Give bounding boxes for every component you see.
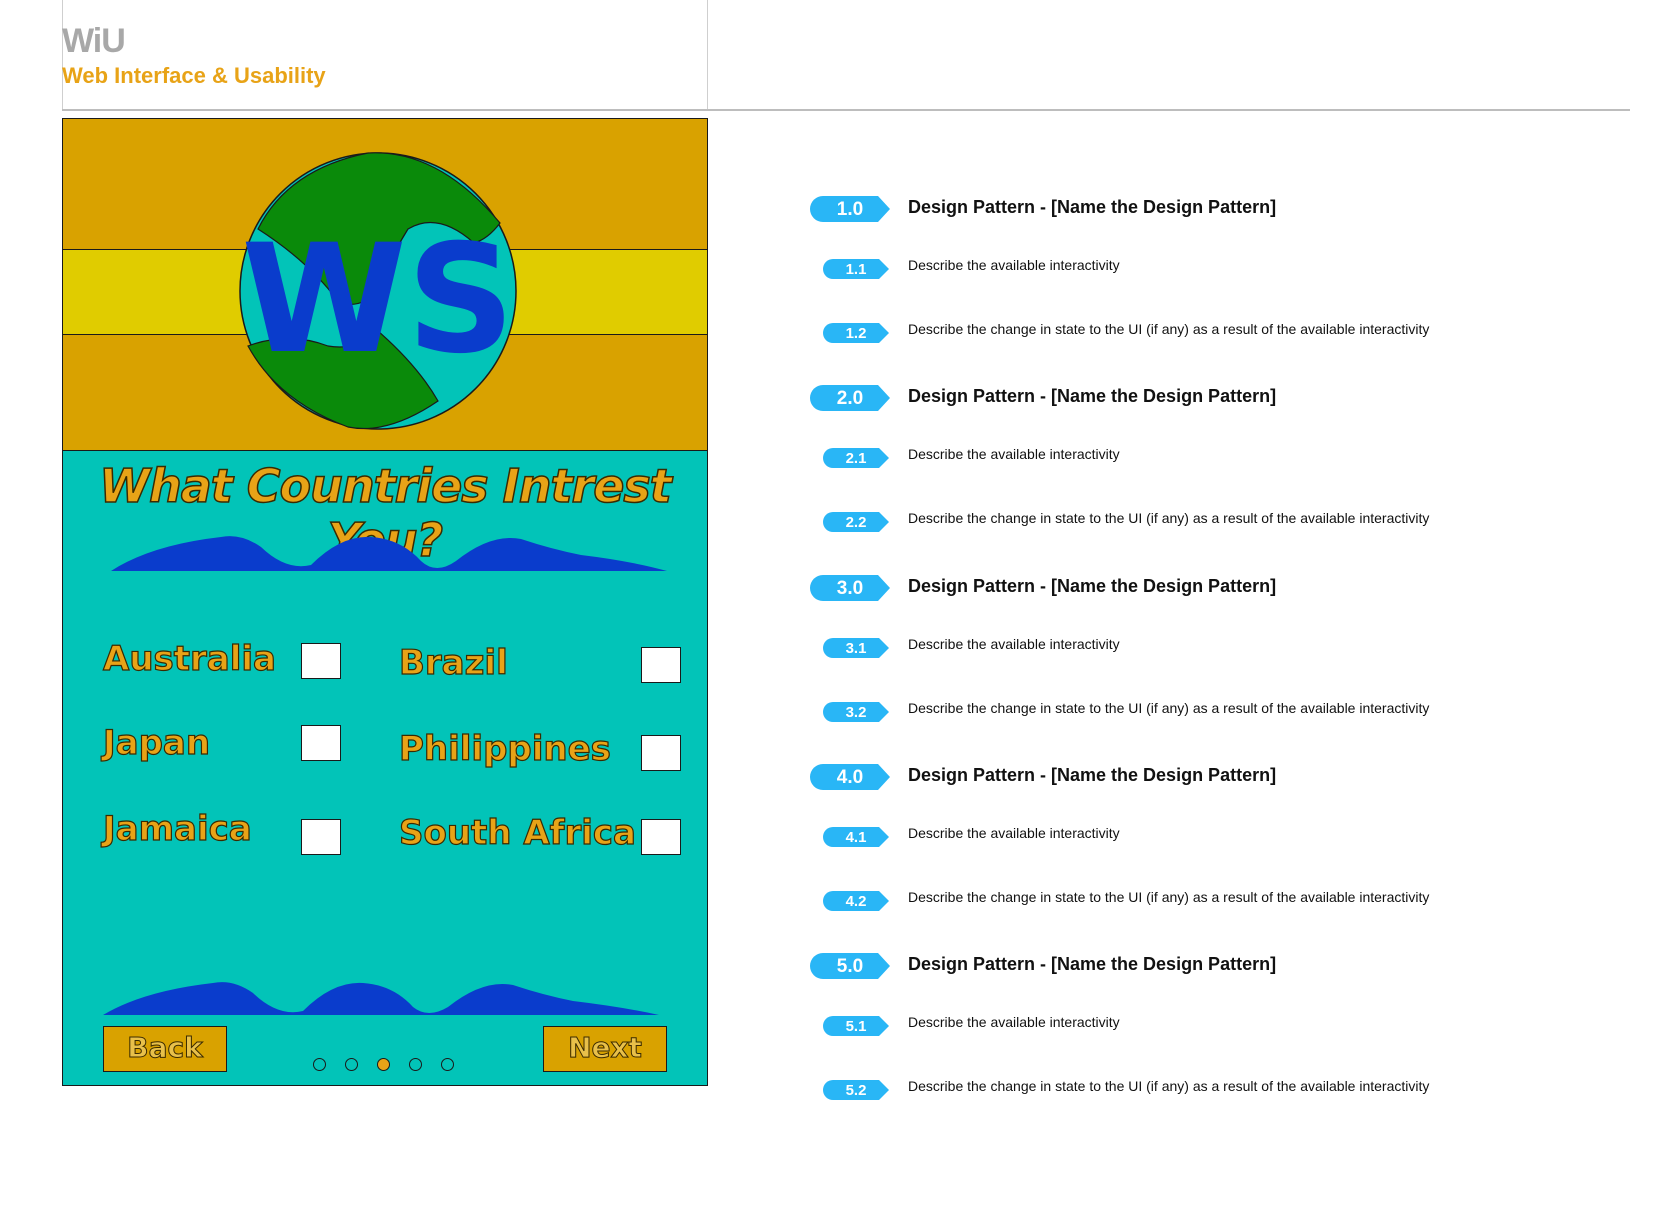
country-label-philippines: Philippines <box>398 728 611 769</box>
checkbox-brazil[interactable] <box>641 647 681 683</box>
item-description: Describe the available interactivity <box>908 257 1120 273</box>
pagination-dot[interactable] <box>441 1058 454 1071</box>
item-description: Describe the available interactivity <box>908 825 1120 841</box>
header-divider-right <box>707 0 708 110</box>
globe-logo-icon: WS <box>239 152 517 430</box>
checkbox-jamaica[interactable] <box>301 819 341 855</box>
item-badge: 5.1 <box>823 1016 889 1036</box>
country-label-jamaica: Jamaica <box>102 808 252 849</box>
item-badge: 1.1 <box>823 259 889 279</box>
item-description: Describe the change in state to the UI (… <box>908 889 1430 905</box>
section-badge: 1.0 <box>810 196 890 222</box>
header-rule <box>62 109 1630 111</box>
section-title: Design Pattern - [Name the Design Patter… <box>908 765 1277 785</box>
pagination-dot-active[interactable] <box>377 1058 390 1071</box>
section-title: Design Pattern - [Name the Design Patter… <box>908 386 1277 406</box>
country-label-brazil: Brazil <box>398 642 508 683</box>
item-badge: 1.2 <box>823 323 889 343</box>
country-label-south-africa: South Africa <box>398 812 636 853</box>
section-badge: 5.0 <box>810 953 890 979</box>
country-label-japan: Japan <box>102 722 211 763</box>
next-button[interactable]: Next <box>543 1026 667 1072</box>
pagination-dot[interactable] <box>345 1058 358 1071</box>
wireframe-mockup: WS What Countries Intrest You? Australia… <box>62 118 708 1086</box>
item-description: Describe the change in state to the UI (… <box>908 1078 1430 1094</box>
section-title: Design Pattern - [Name the Design Patter… <box>908 576 1277 596</box>
mockup-header: WS <box>63 119 707 451</box>
checkbox-japan[interactable] <box>301 725 341 761</box>
item-badge: 3.1 <box>823 638 889 658</box>
item-description: Describe the change in state to the UI (… <box>908 321 1430 337</box>
item-description: Describe the change in state to the UI (… <box>908 700 1430 716</box>
section-title: Design Pattern - [Name the Design Patter… <box>908 197 1277 217</box>
item-badge: 4.1 <box>823 827 889 847</box>
brand-subtitle: Web Interface & Usability <box>62 63 326 88</box>
item-description: Describe the available interactivity <box>908 446 1120 462</box>
top-wave-decoration <box>111 536 667 571</box>
checkbox-south-africa[interactable] <box>641 819 681 855</box>
checkbox-australia[interactable] <box>301 643 341 679</box>
logo-text: WS <box>241 213 515 387</box>
country-label-australia: Australia <box>102 638 276 679</box>
section-badge: 2.0 <box>810 385 890 411</box>
section-title: Design Pattern - [Name the Design Patter… <box>908 954 1277 974</box>
item-badge: 5.2 <box>823 1080 889 1100</box>
pagination-dot[interactable] <box>313 1058 326 1071</box>
section-badge: 3.0 <box>810 575 890 601</box>
checkbox-philippines[interactable] <box>641 735 681 771</box>
item-badge: 3.2 <box>823 702 889 722</box>
brand-logo: WiU <box>62 22 126 60</box>
section-badge: 4.0 <box>810 764 890 790</box>
item-badge: 2.1 <box>823 448 889 468</box>
item-description: Describe the available interactivity <box>908 1014 1120 1030</box>
item-badge: 4.2 <box>823 891 889 911</box>
item-description: Describe the available interactivity <box>908 636 1120 652</box>
item-badge: 2.2 <box>823 512 889 532</box>
item-description: Describe the change in state to the UI (… <box>908 510 1430 526</box>
back-button[interactable]: Back <box>103 1026 227 1072</box>
bottom-wave-decoration <box>103 982 659 1015</box>
pagination-dot[interactable] <box>409 1058 422 1071</box>
